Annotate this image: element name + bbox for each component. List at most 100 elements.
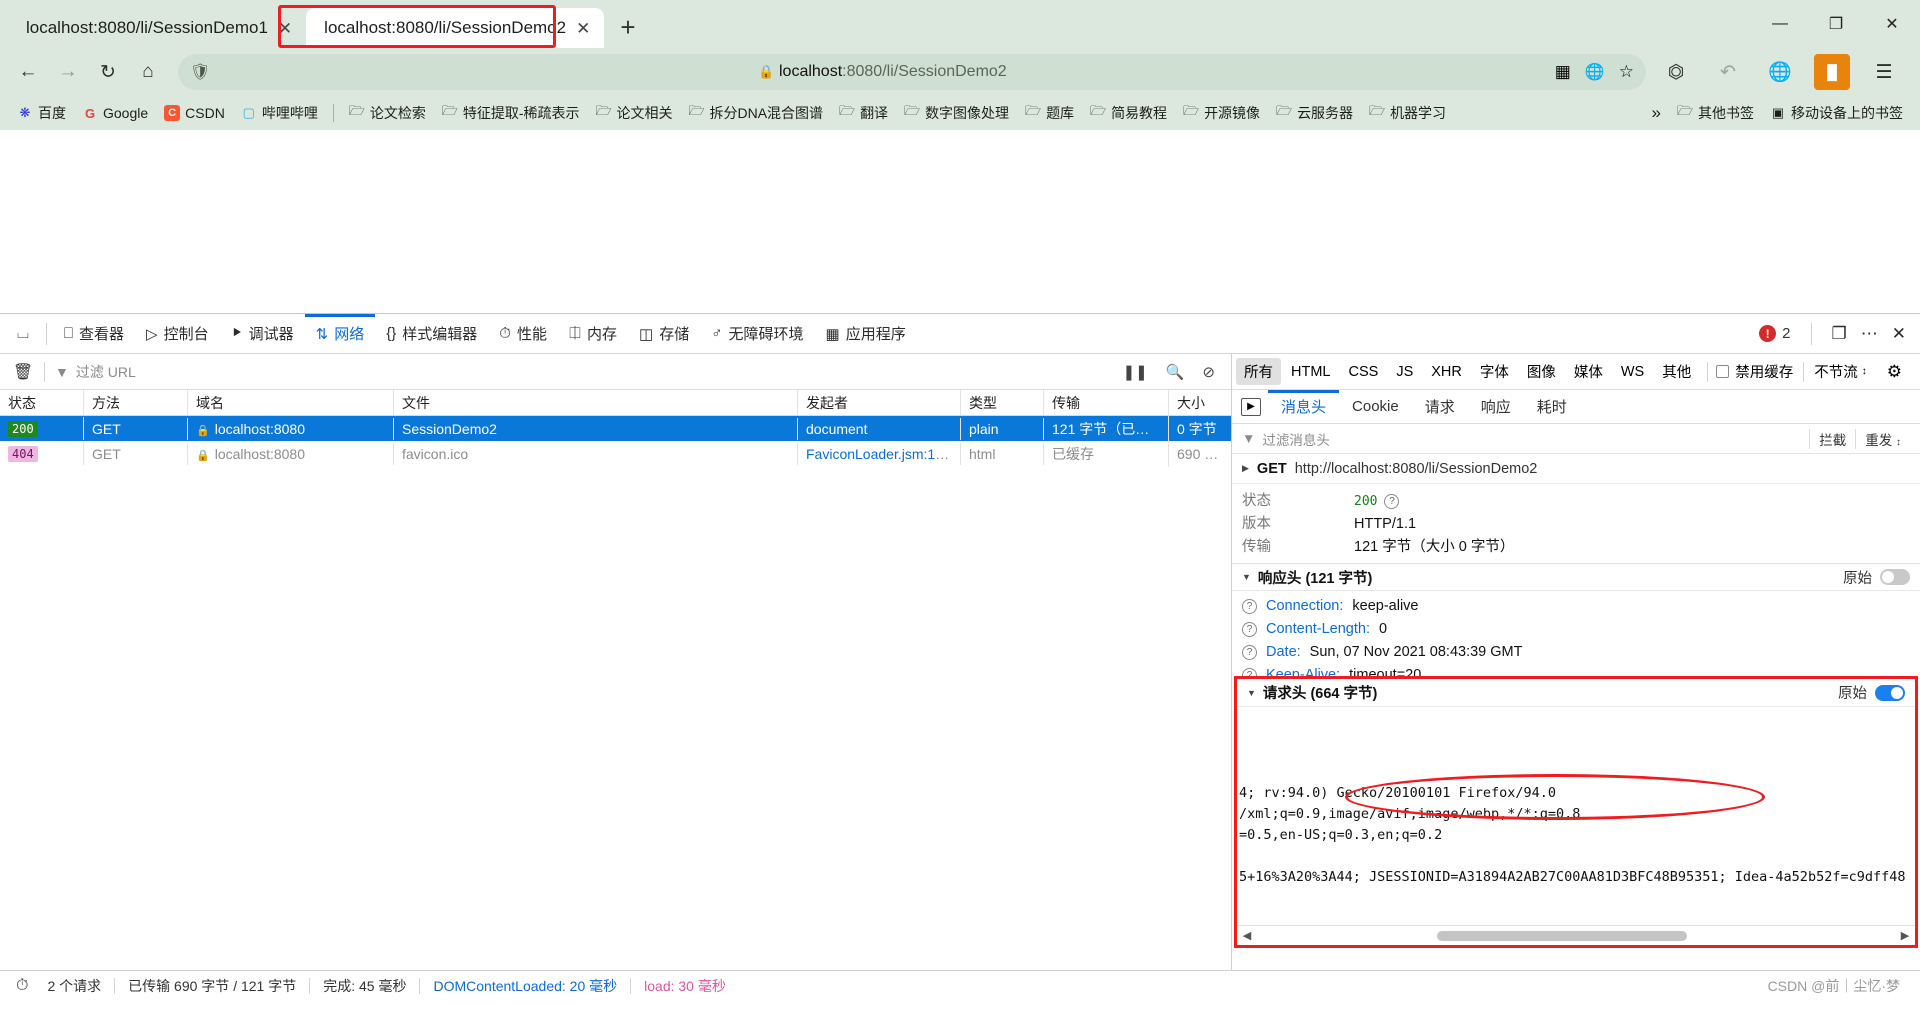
type-filter-font[interactable]: 字体: [1472, 358, 1517, 385]
request-line[interactable]: ▶ GET http://localhost:8080/li/SessionDe…: [1232, 454, 1920, 484]
type-filter-other[interactable]: 其他: [1654, 358, 1699, 385]
scroll-right-icon[interactable]: ▶: [1895, 929, 1915, 942]
search-icon[interactable]: 🔍: [1166, 363, 1185, 381]
bookmark-folder[interactable]: 🗁 云服务器: [1269, 100, 1360, 126]
close-icon[interactable]: ✕: [576, 20, 590, 37]
column-header-domain[interactable]: 域名: [188, 390, 394, 415]
gear-icon[interactable]: ⚙: [1887, 362, 1912, 382]
tab-inspector[interactable]: ⎕ 查看器: [53, 314, 135, 354]
close-icon[interactable]: ✕: [278, 20, 292, 37]
bookmark-item[interactable]: ❋ 百度: [10, 100, 73, 126]
tab-network[interactable]: ⇅ 网络: [305, 314, 376, 354]
devtools-picker-button[interactable]: ⌴: [6, 314, 40, 354]
type-filter-all[interactable]: 所有: [1236, 358, 1281, 385]
scrollbar-thumb[interactable]: [1437, 930, 1687, 941]
tab-application[interactable]: ▦ 应用程序: [815, 314, 917, 354]
type-filter-ws[interactable]: WS: [1613, 361, 1652, 383]
help-icon[interactable]: ?: [1384, 494, 1400, 509]
scroll-left-icon[interactable]: ◀: [1237, 929, 1257, 942]
tab-debugger[interactable]: ⯈ 调试器: [220, 314, 305, 354]
bookmark-folder[interactable]: 🗁 论文相关: [589, 100, 680, 126]
bookmark-folder[interactable]: 🗁 论文检索: [342, 100, 433, 126]
back-icon[interactable]: ←: [10, 54, 46, 90]
reload-icon[interactable]: ↻: [90, 54, 126, 90]
translate-extension-icon[interactable]: 🌐: [1762, 54, 1798, 90]
translate-icon[interactable]: 🌐: [1585, 62, 1605, 82]
column-header-size[interactable]: 大小: [1169, 390, 1231, 415]
bookmark-item[interactable]: ▢ 哔哩哔哩: [234, 100, 325, 126]
url-filter-input[interactable]: ▼ 过滤 URL: [51, 362, 1123, 382]
undo-icon[interactable]: ↶: [1710, 54, 1746, 90]
tab-headers[interactable]: 消息头: [1268, 390, 1339, 424]
type-filter-css[interactable]: CSS: [1340, 361, 1386, 383]
new-tab-button[interactable]: +: [620, 14, 635, 40]
dock-icon[interactable]: ❐: [1832, 324, 1847, 344]
menu-icon[interactable]: ☰: [1866, 54, 1902, 90]
bookmarks-overflow-button[interactable]: »: [1645, 100, 1668, 126]
error-count-badge[interactable]: ! 2: [1759, 325, 1791, 342]
disable-cache-checkbox[interactable]: 禁用缓存: [1716, 361, 1793, 382]
trash-icon[interactable]: 🗑: [8, 362, 38, 382]
column-header-status[interactable]: 状态: [0, 390, 84, 415]
headers-filter-placeholder[interactable]: 过滤消息头: [1262, 429, 1330, 449]
address-bar[interactable]: 🛡 🔒 localhost:8080/li/SessionDemo2 ▦ 🌐 ☆: [178, 54, 1646, 90]
table-row[interactable]: 200 GET 🔒 localhost:8080 SessionDemo2 doc…: [0, 415, 1231, 442]
bookmark-folder[interactable]: 🗁 特征提取-稀疏表示: [435, 100, 587, 126]
column-header-type[interactable]: 类型: [961, 390, 1044, 415]
response-headers-section-header[interactable]: ▼ 响应头 (121 字节) 原始: [1232, 563, 1920, 591]
maximize-icon[interactable]: ❐: [1808, 0, 1864, 48]
type-filter-js[interactable]: JS: [1388, 361, 1421, 383]
column-header-initiator[interactable]: 发起者: [798, 390, 961, 415]
column-header-file[interactable]: 文件: [394, 390, 798, 415]
browser-tab-1[interactable]: localhost:8080/li/SessionDemo1 ✕: [8, 8, 306, 48]
crop-icon[interactable]: ⏣: [1658, 54, 1694, 90]
raw-toggle[interactable]: [1875, 684, 1905, 701]
more-icon[interactable]: ⋯: [1861, 324, 1878, 344]
split-view-icon[interactable]: ▶: [1241, 397, 1261, 416]
bookmark-folder[interactable]: 🗁 数字图像处理: [897, 100, 1016, 126]
tab-timings[interactable]: 耗时: [1524, 390, 1580, 424]
tab-response[interactable]: 响应: [1468, 390, 1524, 424]
bookmark-folder[interactable]: 🗁 开源镜像: [1176, 100, 1267, 126]
tab-memory[interactable]: ⎅ 内存: [558, 314, 628, 354]
tab-request[interactable]: 请求: [1412, 390, 1468, 424]
bookmark-item[interactable]: C CSDN: [157, 102, 232, 124]
minimize-icon[interactable]: —: [1752, 0, 1808, 48]
bookmark-folder[interactable]: 🗁 机器学习: [1362, 100, 1453, 126]
forward-icon[interactable]: →: [50, 54, 86, 90]
resend-button[interactable]: 重发 ↕: [1855, 428, 1910, 449]
request-headers-section-header[interactable]: ▼ 请求头 (664 字节) 原始: [1237, 679, 1915, 707]
bookmark-folder[interactable]: 🗁 拆分DNA混合图谱: [682, 100, 831, 126]
tab-style-editor[interactable]: {} 样式编辑器: [375, 314, 488, 354]
bookmark-item[interactable]: G Google: [75, 102, 155, 124]
qr-code-icon[interactable]: ▦: [1555, 62, 1571, 82]
bookmark-folder-other[interactable]: 🗁 其他书签: [1670, 100, 1761, 126]
raw-toggle-group[interactable]: 原始: [1838, 682, 1905, 703]
intercept-button[interactable]: 拦截: [1809, 428, 1855, 449]
horizontal-scrollbar[interactable]: ◀ ▶: [1237, 925, 1915, 945]
help-icon[interactable]: ?: [1242, 645, 1257, 660]
column-header-transfer[interactable]: 传输: [1044, 390, 1169, 415]
bookmark-folder-mobile[interactable]: ▣ 移动设备上的书签: [1763, 100, 1910, 126]
bookmark-folder[interactable]: 🗁 翻译: [832, 100, 895, 126]
shield-icon[interactable]: 🛡: [190, 62, 210, 82]
help-icon[interactable]: ?: [1242, 599, 1257, 614]
block-icon[interactable]: ⊘: [1202, 363, 1215, 381]
cell-initiator[interactable]: FaviconLoader.jsm:19…: [798, 442, 961, 465]
initiator-link[interactable]: FaviconLoader.jsm:19…: [806, 446, 957, 462]
request-headers-raw-text[interactable]: 4; rv:94.0) Gecko/20100101 Firefox/94.0 …: [1237, 707, 1915, 945]
type-filter-image[interactable]: 图像: [1519, 358, 1564, 385]
scrollbar-track[interactable]: [1257, 930, 1895, 941]
type-filter-xhr[interactable]: XHR: [1423, 361, 1470, 383]
help-icon[interactable]: ?: [1242, 622, 1257, 637]
bookmark-folder[interactable]: 🗁 简易教程: [1083, 100, 1174, 126]
close-window-icon[interactable]: ✕: [1864, 0, 1920, 48]
tab-accessibility[interactable]: ♂ 无障碍环境: [700, 314, 814, 354]
tab-cookies[interactable]: Cookie: [1339, 390, 1412, 424]
browser-tab-2[interactable]: localhost:8080/li/SessionDemo2 ✕: [306, 8, 605, 48]
type-filter-html[interactable]: HTML: [1283, 361, 1338, 383]
raw-toggle[interactable]: [1880, 569, 1910, 585]
column-header-method[interactable]: 方法: [84, 390, 188, 415]
home-icon[interactable]: ⌂: [130, 54, 166, 90]
tab-performance[interactable]: ⏱ 性能: [488, 314, 558, 354]
